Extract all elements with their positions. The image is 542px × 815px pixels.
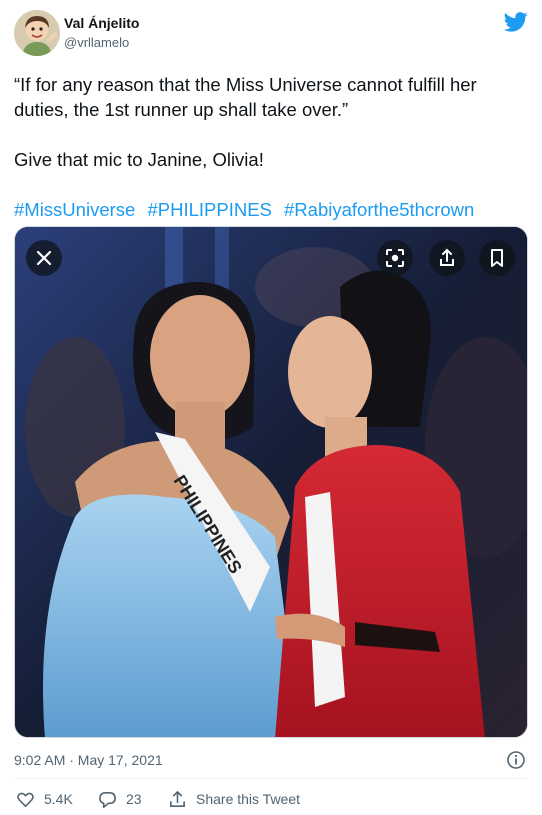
like-count: 5.4K	[44, 791, 73, 807]
tweet-text: “If for any reason that the Miss Univers…	[14, 72, 526, 222]
hashtag-link[interactable]: #PHILIPPINES	[147, 199, 271, 220]
author-handle[interactable]: @vrllamelo	[64, 34, 139, 51]
author-display-name[interactable]: Val Ánjelito	[64, 15, 139, 32]
scan-media-button[interactable]	[377, 240, 413, 276]
share-tweet-label: Share this Tweet	[196, 791, 301, 807]
tweet-media[interactable]: PHILIPPINES	[14, 226, 528, 738]
hashtag-list: #MissUniverse #PHILIPPINES #Rabiyaforthe…	[14, 197, 526, 222]
share-icon	[170, 790, 185, 807]
tweet-header: Val Ánjelito @vrllamelo	[14, 10, 528, 56]
heart-icon	[17, 792, 34, 807]
hashtag-link[interactable]: #MissUniverse	[14, 199, 135, 220]
reply-button[interactable]: 23	[98, 788, 142, 810]
close-icon	[36, 250, 52, 266]
tweet-timestamp[interactable]: 9:02 AM · May 17, 2021	[14, 752, 163, 768]
share-icon	[440, 248, 454, 266]
tweet-paragraph: “If for any reason that the Miss Univers…	[14, 74, 477, 120]
reply-icon	[99, 791, 116, 808]
divider	[14, 778, 528, 779]
share-media-button[interactable]	[429, 240, 465, 276]
bookmark-icon	[491, 249, 503, 267]
like-button[interactable]: 5.4K	[16, 788, 73, 810]
bookmark-media-button[interactable]	[479, 240, 515, 276]
reply-count: 23	[126, 791, 142, 807]
avatar[interactable]	[14, 10, 60, 56]
tweet-paragraph: Give that mic to Janine, Olivia!	[14, 149, 264, 170]
twitter-bird-icon[interactable]	[504, 12, 528, 32]
tweet-actions: 5.4K 23 Share this Tweet	[14, 788, 528, 810]
close-media-button[interactable]	[26, 240, 62, 276]
tweet-meta: 9:02 AM · May 17, 2021	[14, 750, 528, 770]
tweet-photo: PHILIPPINES	[15, 227, 527, 737]
info-icon[interactable]	[506, 750, 526, 770]
scan-icon	[386, 249, 404, 267]
share-tweet-button[interactable]: Share this Tweet	[168, 788, 300, 810]
hashtag-link[interactable]: #Rabiyaforthe5thcrown	[284, 199, 474, 220]
